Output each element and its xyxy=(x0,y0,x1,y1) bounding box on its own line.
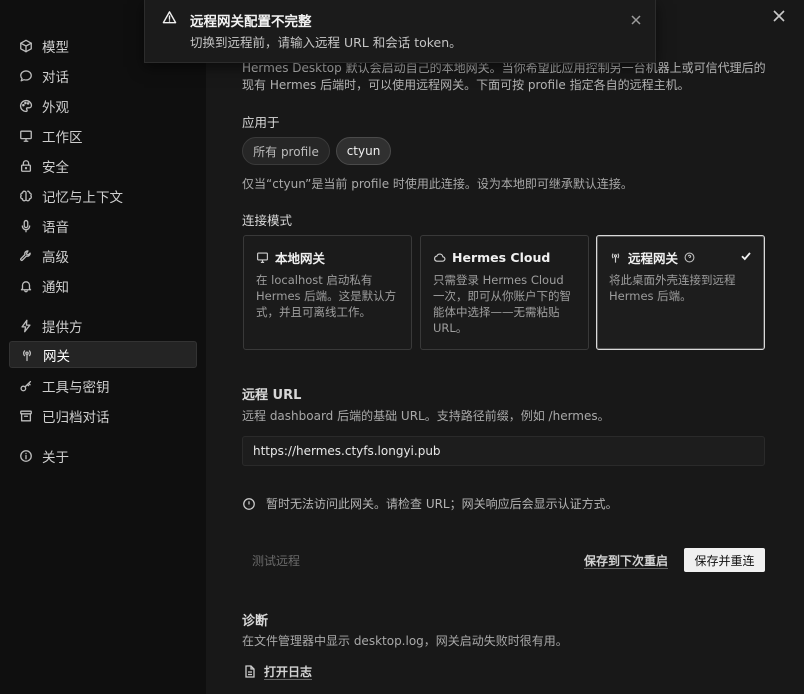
gateway-settings-panel: Hermes Desktop 默认会启动自己的本地网关。当你希望此应用控制另一台… xyxy=(206,0,804,694)
brain-icon xyxy=(19,189,33,203)
sidebar-item-gateway[interactable]: 网关 xyxy=(9,341,197,368)
apply-to-label: 应用于 xyxy=(242,115,280,130)
document-icon xyxy=(244,665,256,678)
save-for-next-restart-button[interactable]: 保存到下次重启 xyxy=(584,552,668,569)
diagnostics-hint: 在文件管理器中显示 desktop.log，网关启动失败时很有用。 xyxy=(242,634,568,648)
sidebar-item-label: 模型 xyxy=(42,39,69,56)
help-circle-icon[interactable] xyxy=(684,252,695,263)
info-icon xyxy=(19,449,33,463)
gateway-intro-text: Hermes Desktop 默认会启动自己的本地网关。当你希望此应用控制另一台… xyxy=(242,61,766,92)
sidebar-item-label: 提供方 xyxy=(42,319,83,336)
mode-description: 只需登录 Hermes Cloud 一次，即可从你账户下的智能体中选择——无需粘… xyxy=(433,273,571,335)
mode-title: 远程网关 xyxy=(628,250,679,266)
lightning-icon xyxy=(19,319,33,333)
mode-card-remote[interactable]: 远程网关 将此桌面外壳连接到远程 Hermes 后端。 xyxy=(596,235,765,350)
sidebar-item-label: 安全 xyxy=(42,159,69,176)
cube-icon xyxy=(19,39,33,53)
sidebar-item-label: 通知 xyxy=(42,279,69,296)
alert-circle-icon xyxy=(242,497,256,511)
diagnostics-label: 诊断 xyxy=(242,614,269,629)
sidebar-item-archived[interactable]: 已归档对话 xyxy=(9,402,197,429)
gateway-unreachable-warning: 暂时无法访问此网关。请检查 URL；网关响应后会显示认证方式。 xyxy=(242,495,618,512)
sidebar-item-label: 工具与密钥 xyxy=(42,379,110,396)
config-incomplete-toast: 远程网关配置不完整 切换到远程前，请输入远程 URL 和会话 token。 xyxy=(144,0,656,63)
mode-card-local[interactable]: 本地网关 在 localhost 启动私有 Hermes 后端。这是默认方式，并… xyxy=(243,235,412,350)
lock-icon xyxy=(19,159,33,173)
sidebar-item-label: 工作区 xyxy=(42,129,83,146)
key-icon xyxy=(19,379,33,393)
close-icon[interactable] xyxy=(772,9,786,23)
warning-text: 暂时无法访问此网关。请检查 URL；网关响应后会显示认证方式。 xyxy=(266,497,618,511)
sidebar-item-label: 记忆与上下文 xyxy=(42,189,123,206)
sidebar-item-label: 语音 xyxy=(42,219,69,236)
monitor-icon xyxy=(256,251,269,264)
chat-bubble-icon xyxy=(19,69,33,83)
toast-close-icon[interactable] xyxy=(631,14,641,25)
sidebar-item-appearance[interactable]: 外观 xyxy=(9,92,197,119)
test-remote-button[interactable]: 测试远程 xyxy=(252,552,300,569)
profile-chip-ctyun[interactable]: ctyun xyxy=(336,137,391,165)
microphone-icon xyxy=(19,219,33,233)
bell-icon xyxy=(19,279,33,293)
mode-card-cloud[interactable]: Hermes Cloud 只需登录 Hermes Cloud 一次，即可从你账户… xyxy=(420,235,589,350)
cloud-icon xyxy=(433,251,446,264)
remote-url-hint: 远程 dashboard 后端的基础 URL。支持路径前缀，例如 /hermes… xyxy=(242,409,610,423)
apply-hint: 仅当“ctyun”是当前 profile 时使用此连接。设为本地即可继承默认连接… xyxy=(242,177,633,191)
mode-title: Hermes Cloud xyxy=(452,249,551,265)
sidebar-item-providers[interactable]: 提供方 xyxy=(9,312,197,339)
wrench-icon xyxy=(19,249,33,263)
sidebar-item-advanced[interactable]: 高级 xyxy=(9,242,197,269)
toast-title: 远程网关配置不完整 xyxy=(190,14,312,30)
settings-sidebar: 模型 对话 外观 工作区 安全 记忆与上下文 语音 高级 通知 提供方 网关 工… xyxy=(0,0,206,694)
sidebar-item-label: 高级 xyxy=(42,249,69,266)
sidebar-item-conversations[interactable]: 对话 xyxy=(9,62,197,89)
sidebar-item-security[interactable]: 安全 xyxy=(9,152,197,179)
warning-triangle-icon xyxy=(162,10,177,25)
open-log-button[interactable]: 打开日志 xyxy=(244,663,312,680)
sidebar-item-label: 关于 xyxy=(42,449,69,466)
archive-icon xyxy=(19,409,33,423)
antenna-icon xyxy=(20,348,34,362)
sidebar-item-notifications[interactable]: 通知 xyxy=(9,272,197,299)
sidebar-item-workspace[interactable]: 工作区 xyxy=(9,122,197,149)
sidebar-item-label: 对话 xyxy=(42,69,69,86)
toast-message: 切换到远程前，请输入远程 URL 和会话 token。 xyxy=(190,35,462,50)
remote-url-label: 远程 URL xyxy=(242,388,302,403)
mode-title: 本地网关 xyxy=(275,250,326,266)
sidebar-item-label: 外观 xyxy=(42,99,69,116)
connection-mode-label: 连接模式 xyxy=(242,213,293,228)
mode-description: 将此桌面外壳连接到远程 Hermes 后端。 xyxy=(609,273,736,303)
antenna-icon xyxy=(609,251,622,264)
sidebar-item-about[interactable]: 关于 xyxy=(9,442,197,469)
mode-description: 在 localhost 启动私有 Hermes 后端。这是默认方式，并且可离线工… xyxy=(256,273,397,319)
palette-icon xyxy=(19,99,33,113)
save-and-reconnect-button[interactable]: 保存并重连 xyxy=(684,548,765,572)
sidebar-item-label: 网关 xyxy=(43,348,70,365)
sidebar-item-voice[interactable]: 语音 xyxy=(9,212,197,239)
sidebar-item-memory[interactable]: 记忆与上下文 xyxy=(9,182,197,209)
checkmark-icon xyxy=(740,250,752,262)
sidebar-item-label: 已归档对话 xyxy=(42,409,110,426)
profile-chip-all[interactable]: 所有 profile xyxy=(242,137,330,165)
open-log-label: 打开日志 xyxy=(264,665,313,679)
sidebar-item-tools-keys[interactable]: 工具与密钥 xyxy=(9,372,197,399)
monitor-icon xyxy=(19,129,33,143)
remote-url-input[interactable] xyxy=(242,436,765,466)
